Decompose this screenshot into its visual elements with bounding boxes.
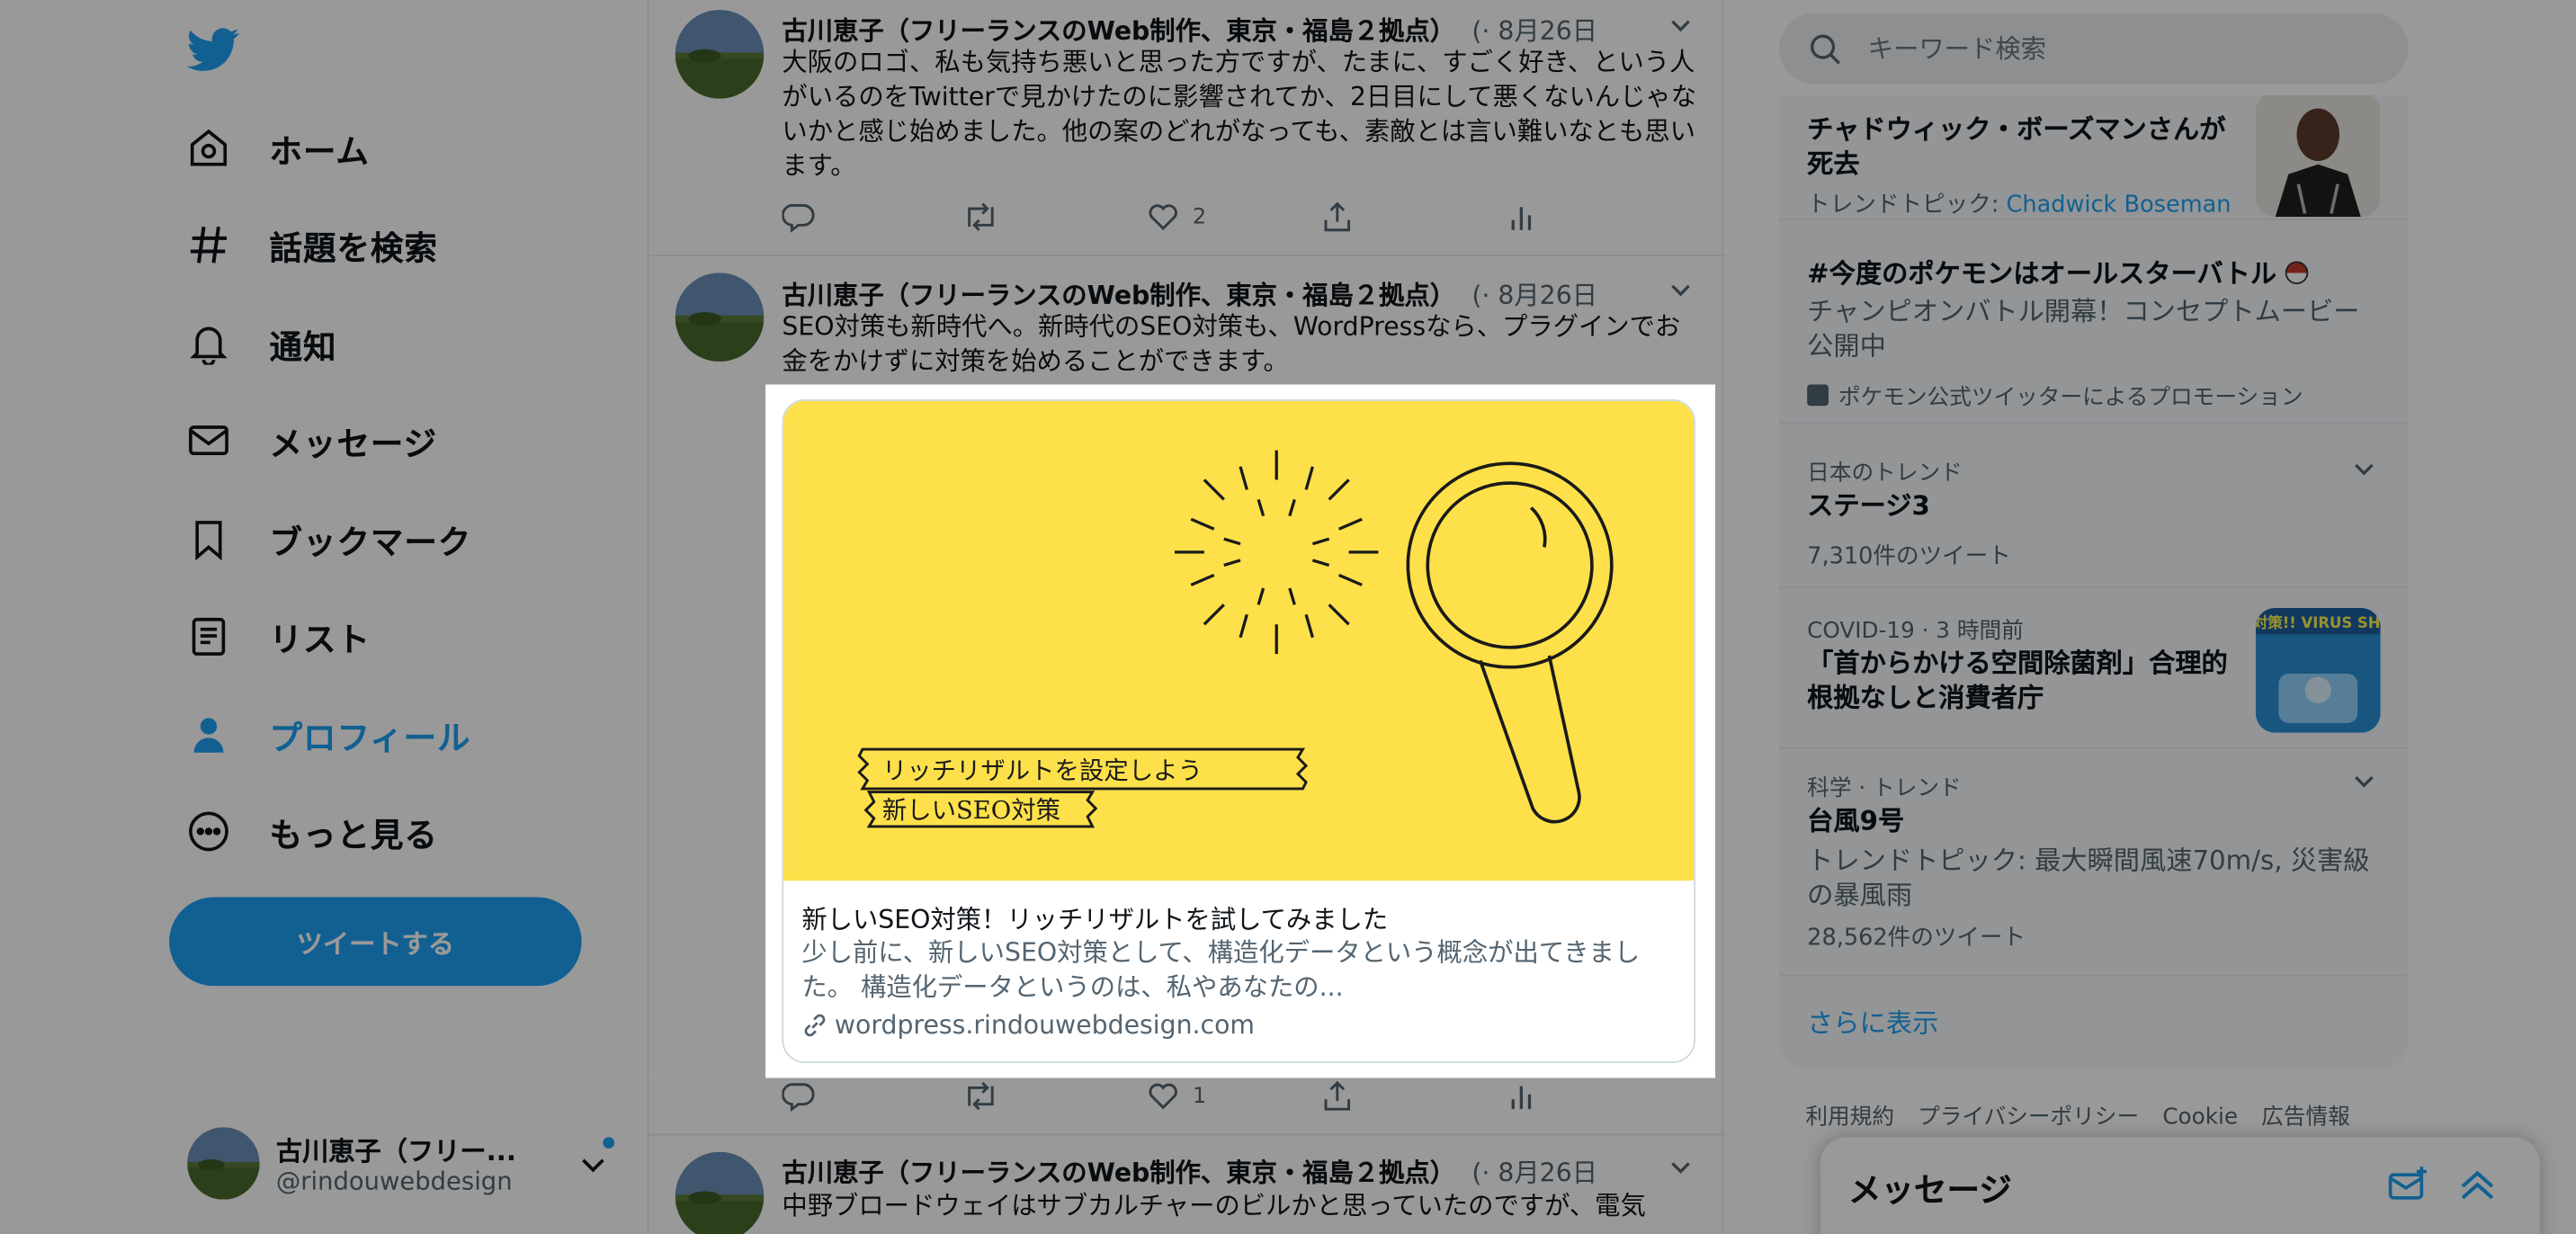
sparkle-burst: [1174, 450, 1379, 655]
card-domain[interactable]: wordpress.rindouwebdesign.com: [801, 1011, 1255, 1040]
dim-overlay: [1714, 384, 2576, 1078]
card-image-title: リッチリザルトを設定しよう: [882, 757, 1203, 785]
dim-overlay: [0, 0, 2576, 385]
app-page: ホーム 話題を検索 通知 メッセージ ブックマーク リスト プロフィール もっと…: [0, 0, 2576, 1234]
link-preview-card[interactable]: リッチリザルトを設定しよう 新しいSEO対策 新しいSEO対策！リッチリザルトを…: [782, 398, 1695, 1064]
card-image-label-2: 新しいSEO対策: [863, 791, 1098, 828]
card-image-label-1: リッチリザルトを設定しよう: [857, 747, 1309, 791]
magnifier-glass: [1406, 461, 1614, 824]
card-image-subtitle: 新しいSEO対策: [882, 797, 1060, 825]
link-icon: [804, 1014, 826, 1037]
card-image: リッチリザルトを設定しよう 新しいSEO対策: [783, 400, 1695, 881]
card-description: 少し前に、新しいSEO対策として、構造化データという概念が出てきました。 構造化…: [801, 938, 1641, 1003]
dim-overlay: [0, 1078, 2576, 1234]
dim-overlay: [0, 384, 766, 1078]
card-title: 新しいSEO対策！リッチリザルトを試してみました: [801, 905, 1389, 935]
